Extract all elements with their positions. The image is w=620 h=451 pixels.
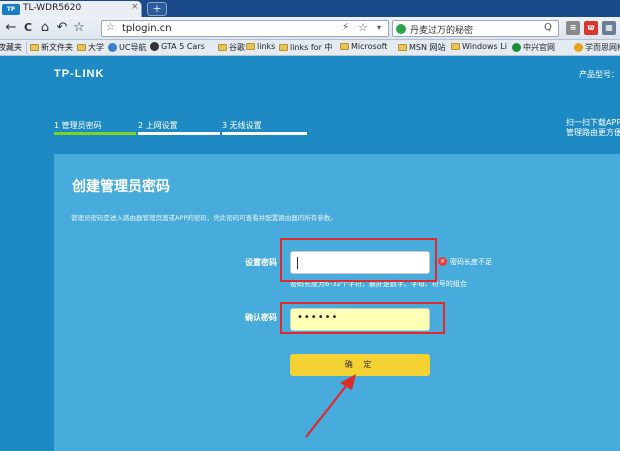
- bookmark-star-icon[interactable]: ☆: [358, 21, 368, 34]
- bookmark-item[interactable]: 谷歌: [218, 42, 245, 53]
- browser-tab[interactable]: TP TL-WDR5620 ×: [0, 1, 142, 17]
- gta-icon: [150, 42, 159, 51]
- bookmark-item[interactable]: 新文件夹: [30, 42, 73, 53]
- page-star-icon: ☆: [106, 22, 115, 33]
- search-icon[interactable]: Q: [544, 22, 552, 33]
- extension-icon[interactable]: ϖ: [584, 21, 598, 35]
- new-tab-button[interactable]: +: [147, 2, 167, 16]
- error-message: 密码长度不足: [450, 258, 492, 266]
- school-icon: [574, 43, 583, 52]
- flash-icon[interactable]: ⚡: [342, 22, 349, 33]
- navigation-bar: ← C ⌂ ↶ ☆ ☆ tplogin.cn ⚡ ☆ ▾ 丹麦过万的秘密 Q ≡…: [0, 17, 620, 40]
- tab-bar: TP TL-WDR5620 × +: [0, 0, 620, 17]
- url-text[interactable]: tplogin.cn: [122, 23, 172, 34]
- annotation-box-confirm-password: [280, 302, 445, 334]
- annotation-arrow-shaft: [305, 380, 351, 438]
- folder-icon: [279, 44, 288, 51]
- step-admin-password: 1 管理员密码: [54, 121, 102, 130]
- folder-icon: [77, 44, 86, 51]
- app-download-promo: 扫一扫下载APP 管理路由更方便: [566, 118, 620, 137]
- menu-icon[interactable]: ≡: [566, 21, 580, 35]
- folder-icon: [246, 43, 255, 50]
- folder-icon: [30, 44, 39, 51]
- step-progress: [222, 132, 307, 135]
- annotation-arrow-head: [340, 374, 356, 390]
- bookmark-item[interactable]: MSN 网站: [398, 42, 446, 53]
- error-icon: ×: [438, 257, 447, 266]
- reload-icon[interactable]: C: [20, 20, 36, 36]
- back-arrow-icon[interactable]: ←: [3, 20, 19, 36]
- bookmark-item[interactable]: Windows Li: [451, 42, 507, 51]
- bookmark-item[interactable]: 夜藏夹: [0, 42, 22, 53]
- router-setup-page: TP-LINK 产品型号： 1 管理员密码 2 上网设置 3 无线设置 扫一扫下…: [0, 57, 620, 451]
- search-text[interactable]: 丹麦过万的秘密: [410, 23, 473, 36]
- bookmarks-bar: 夜藏夹 新文件夹 大学 UC导航 GTA 5 Cars 谷歌 links lin…: [0, 40, 620, 56]
- step-progress-active: [54, 132, 136, 135]
- step-progress: [138, 132, 220, 135]
- globe-icon: [108, 43, 117, 52]
- tp-link-logo: TP-LINK: [54, 68, 105, 80]
- bookmark-item[interactable]: Microsoft: [340, 42, 387, 51]
- annotation-box-set-password: [280, 238, 437, 282]
- search-box[interactable]: 丹麦过万的秘密 Q: [392, 20, 559, 37]
- folder-icon: [398, 44, 407, 51]
- bookmark-item[interactable]: 中兴官网: [512, 42, 555, 53]
- address-bar[interactable]: ☆ tplogin.cn ⚡ ☆ ▾: [101, 20, 389, 37]
- step-internet-settings: 2 上网设置: [138, 121, 178, 130]
- tp-link-favicon-icon: TP: [2, 4, 20, 15]
- bookmark-item[interactable]: GTA 5 Cars: [150, 42, 205, 51]
- search-engine-icon[interactable]: [396, 24, 406, 34]
- tab-close-icon[interactable]: ×: [131, 2, 139, 12]
- bookmark-item[interactable]: links for 中: [279, 42, 332, 53]
- step-wireless-settings: 3 无线设置: [222, 121, 262, 130]
- bookmark-item[interactable]: links: [246, 42, 275, 51]
- annotation-arrow: [305, 374, 356, 438]
- tab-title: TL-WDR5620: [23, 3, 82, 13]
- grid-icon[interactable]: ▦: [602, 21, 616, 35]
- folder-icon: [340, 43, 349, 50]
- set-password-label: 设置密码: [245, 258, 277, 267]
- history-back-icon[interactable]: ↶: [54, 20, 70, 36]
- confirm-password-label: 确认密码: [245, 313, 277, 322]
- url-dropdown-icon[interactable]: ▾: [377, 23, 381, 32]
- page-description: 管理员密码是进入路由器管理页面或APP的密码，凭此密码可查看并配置路由器的所有参…: [71, 214, 337, 222]
- bookmark-item[interactable]: UC导航: [108, 42, 146, 53]
- zte-icon: [512, 43, 521, 52]
- product-model-label: 产品型号：: [579, 70, 619, 79]
- home-icon[interactable]: ⌂: [37, 20, 53, 36]
- favorite-star-icon[interactable]: ☆: [71, 20, 87, 36]
- folder-icon: [451, 43, 460, 50]
- page-title: 创建管理员密码: [72, 179, 170, 195]
- bookmark-item[interactable]: 大学: [77, 42, 104, 53]
- bookmark-item[interactable]: 学而思网校: [574, 42, 620, 53]
- folder-icon: [218, 44, 227, 51]
